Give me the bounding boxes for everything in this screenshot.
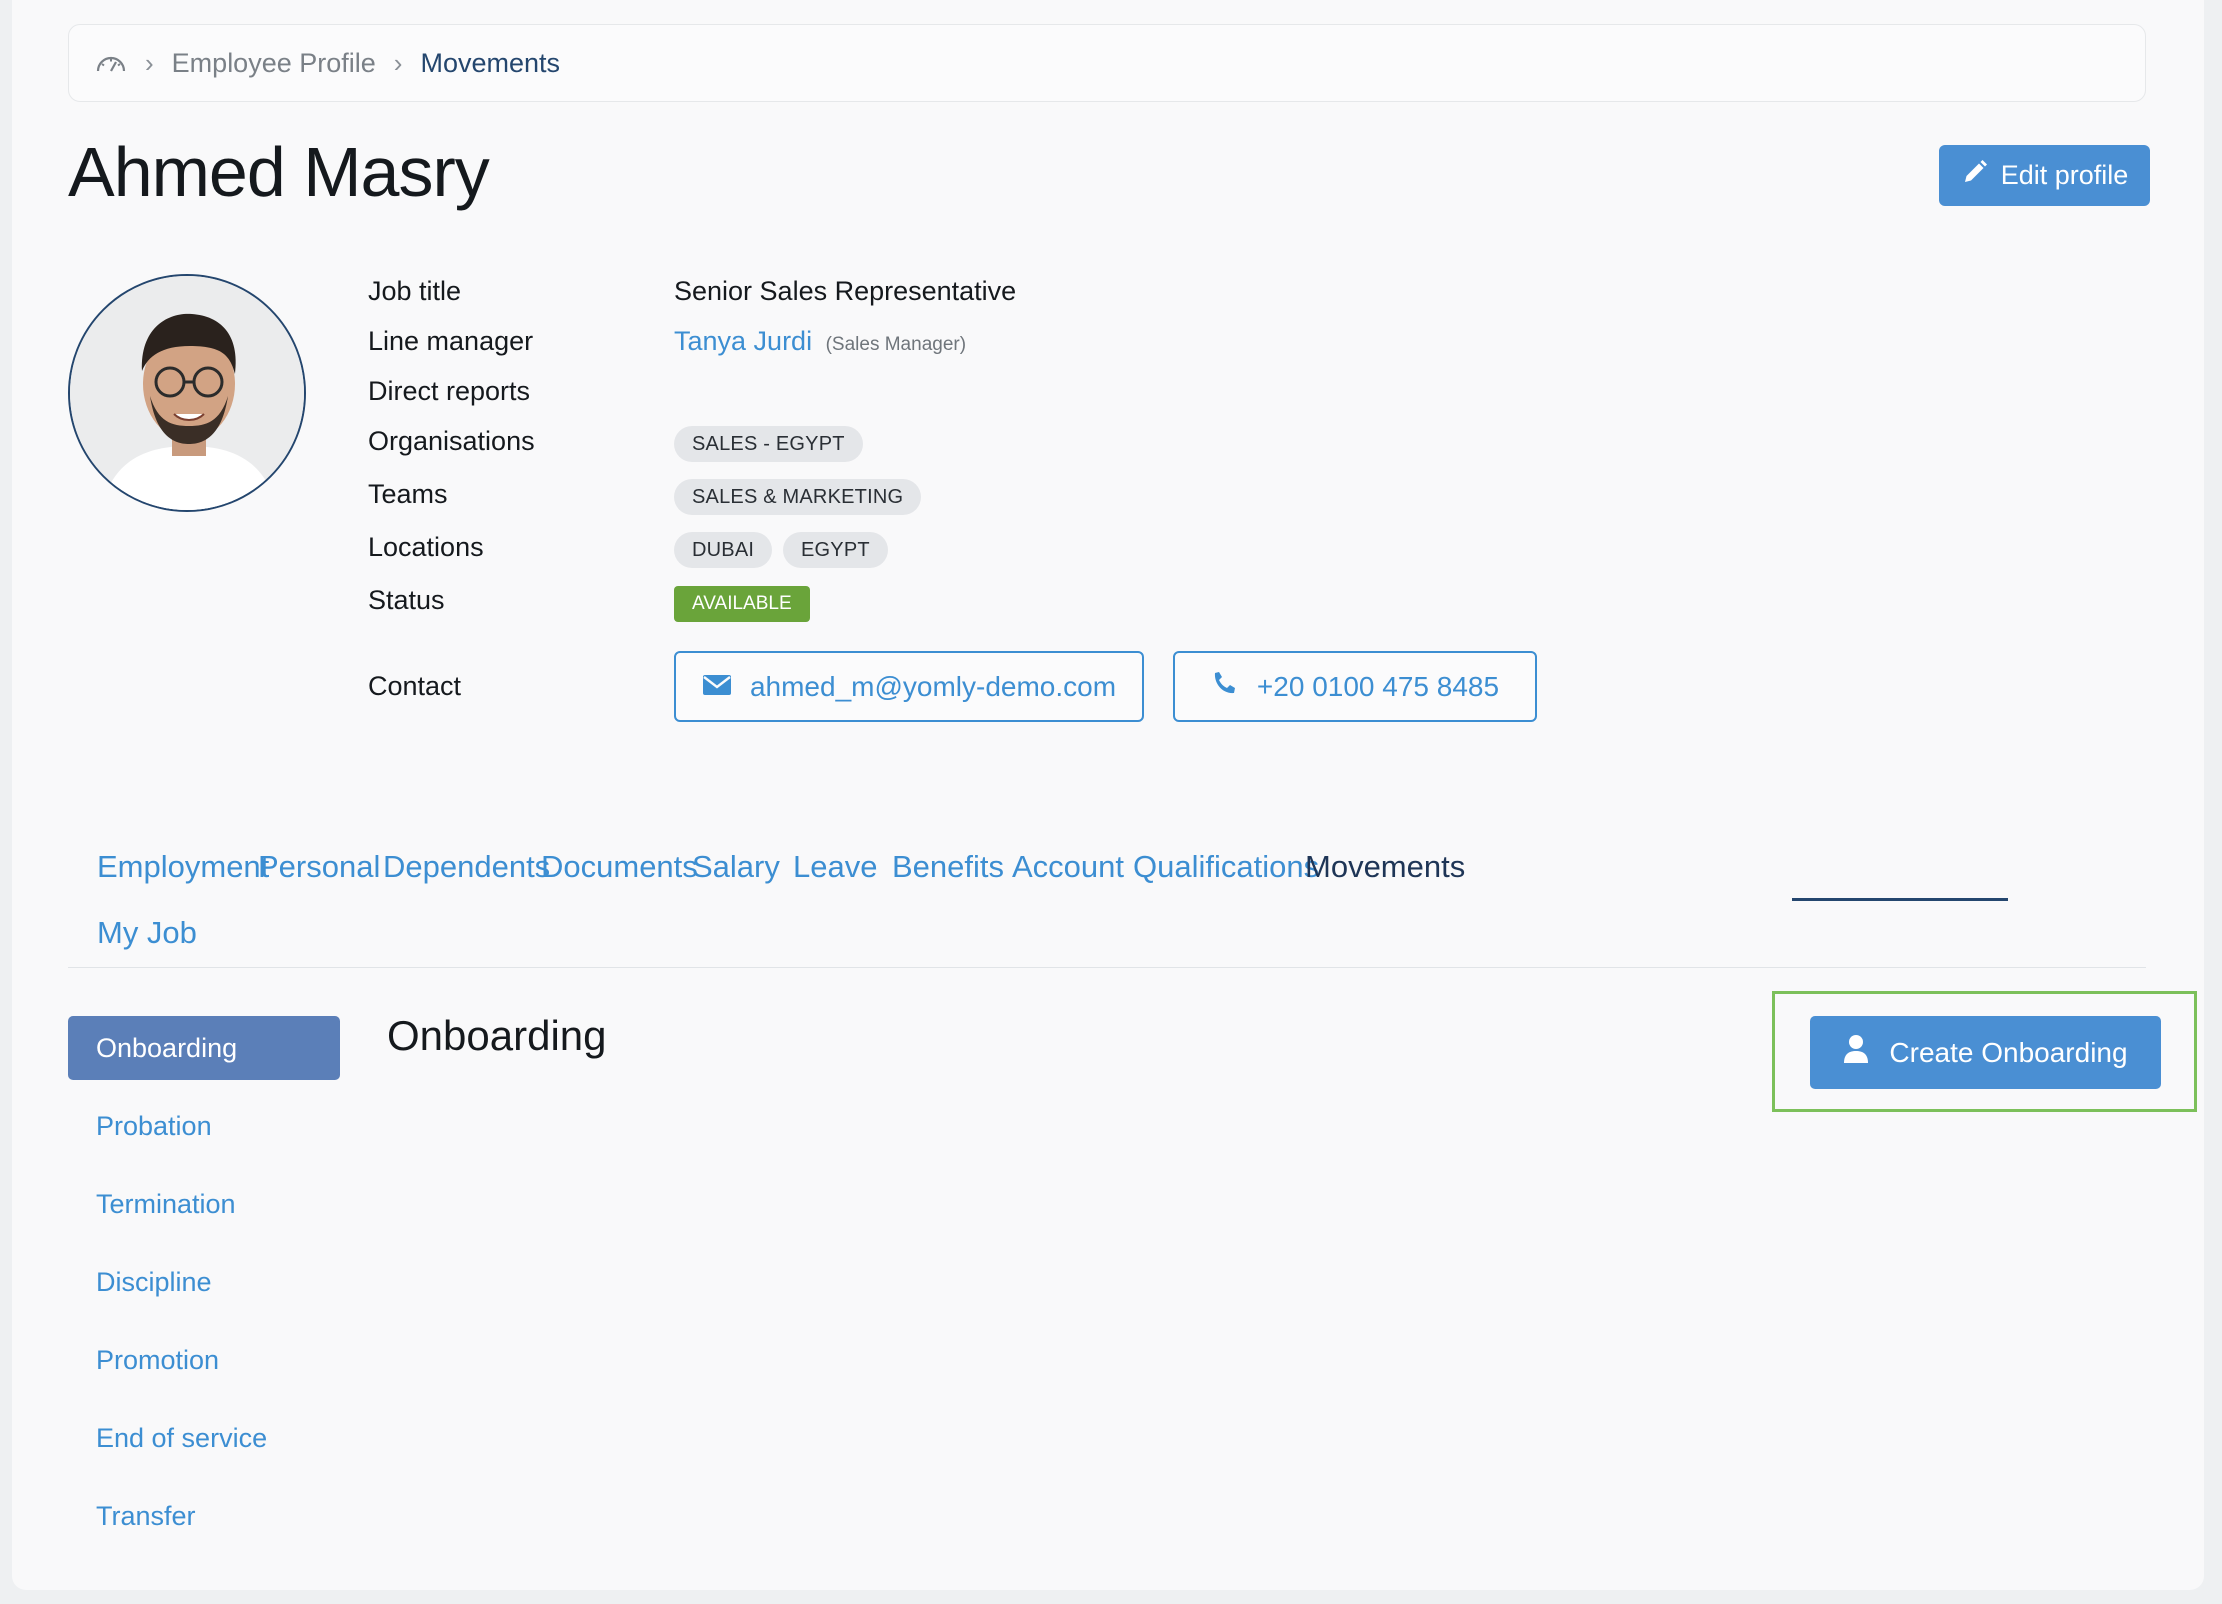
tab-personal[interactable]: Personal <box>258 849 380 885</box>
location-tag-egypt: EGYPT <box>783 532 888 568</box>
subnav-item-onboarding[interactable]: Onboarding <box>68 1016 340 1080</box>
tab-account[interactable]: Account <box>1012 849 1124 885</box>
location-tag-dubai: DUBAI <box>674 532 773 568</box>
pencil-icon <box>1961 158 1989 193</box>
tab-benefits[interactable]: Benefits <box>892 849 1004 885</box>
breadcrumb-movements: Movements <box>420 47 561 78</box>
tab-my-job[interactable]: My Job <box>97 915 197 951</box>
job-title-value: Senior Sales Representative <box>674 276 1017 306</box>
phone-icon <box>1211 669 1239 704</box>
direct-reports-label: Direct reports <box>368 376 531 406</box>
avatar <box>68 274 306 512</box>
breadcrumb: › Employee Profile › Movements <box>68 24 2146 102</box>
team-tag: SALES & MARKETING <box>674 479 922 515</box>
page-title: Ahmed Masry <box>68 133 490 211</box>
job-title-label: Job title <box>368 276 462 306</box>
tab-dependents[interactable]: Dependents <box>383 849 550 885</box>
create-onboarding-label: Create Onboarding <box>1889 1036 2128 1068</box>
tab-employment[interactable]: Employment <box>97 849 269 885</box>
tab-leave[interactable]: Leave <box>793 849 877 885</box>
profile-page: › Employee Profile › Movements Ahmed Mas… <box>12 0 2204 1590</box>
tab-movements[interactable]: Movements <box>1305 849 1465 885</box>
status-badge: AVAILABLE <box>674 586 810 622</box>
edit-profile-button[interactable]: Edit profile <box>1939 145 2150 206</box>
email-text: ahmed_m@yomly-demo.com <box>749 670 1117 702</box>
line-manager-label: Line manager <box>368 326 534 356</box>
line-manager-link[interactable]: Tanya Jurdi <box>674 326 812 356</box>
email-button[interactable]: ahmed_m@yomly-demo.com <box>674 651 1144 722</box>
chevron-right-icon: › <box>393 47 403 78</box>
chevron-right-icon: › <box>145 47 154 78</box>
user-icon <box>1843 1034 1869 1071</box>
section-title: Onboarding <box>387 1012 607 1059</box>
locations-label: Locations <box>368 532 484 562</box>
phone-button[interactable]: +20 0100 475 8485 <box>1173 651 1537 722</box>
subnav-item-discipline[interactable]: Discipline <box>96 1267 212 1298</box>
tab-documents[interactable]: Documents <box>541 849 698 885</box>
breadcrumb-employee-profile[interactable]: Employee Profile <box>172 48 376 79</box>
subnav-item-end-of-service[interactable]: End of service <box>96 1423 267 1454</box>
phone-text: +20 0100 475 8485 <box>1256 670 1500 702</box>
organisation-tag: SALES - EGYPT <box>674 426 863 462</box>
tab-salary[interactable]: Salary <box>692 849 780 885</box>
tab-qualifications[interactable]: Qualifications <box>1133 849 1319 885</box>
teams-label: Teams <box>368 479 448 509</box>
organisations-label: Organisations <box>368 426 535 456</box>
edit-profile-label: Edit profile <box>2000 160 2129 190</box>
create-onboarding-button[interactable]: Create Onboarding <box>1810 1016 2161 1089</box>
subnav-item-transfer[interactable]: Transfer <box>96 1501 196 1532</box>
active-tab-indicator <box>1792 898 2008 901</box>
subnav-item-probation[interactable]: Probation <box>96 1111 212 1142</box>
contact-label: Contact <box>368 671 462 701</box>
status-label: Status <box>368 585 445 615</box>
line-manager-value: Tanya Jurdi (Sales Manager) <box>674 326 966 357</box>
dashboard-gauge-icon[interactable] <box>95 52 127 74</box>
subnav-item-promotion[interactable]: Promotion <box>96 1345 219 1376</box>
subnav-item-termination[interactable]: Termination <box>96 1189 236 1220</box>
profile-tabs: Employment Personal Dependents Documents… <box>68 838 2146 968</box>
envelope-icon <box>702 671 732 703</box>
line-manager-role: (Sales Manager) <box>825 334 967 355</box>
